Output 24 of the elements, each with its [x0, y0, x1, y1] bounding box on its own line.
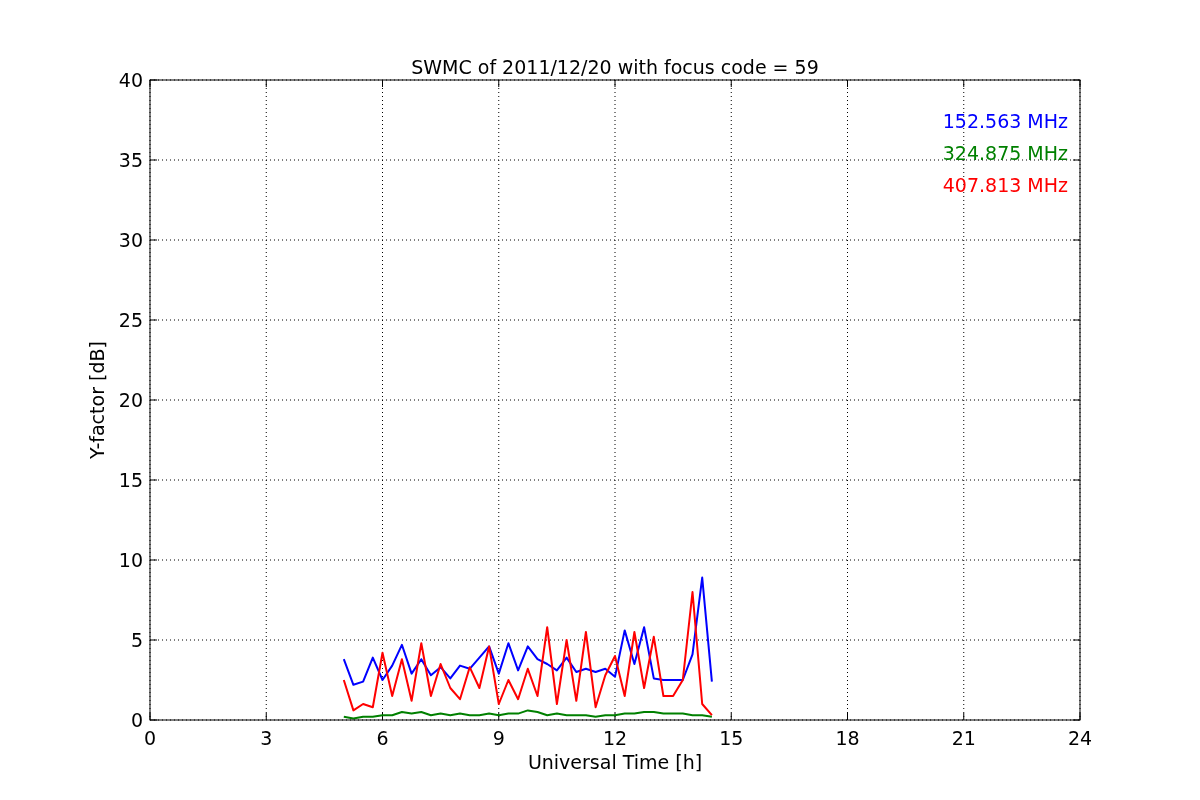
legend-label: 152.563 MHz — [942, 110, 1068, 132]
tick-label: 18 — [835, 727, 860, 749]
tick-label: 5 — [130, 629, 143, 651]
tick-label: 20 — [118, 389, 143, 411]
axis-label: Y-factor [dB] — [86, 341, 108, 459]
tick-label: 12 — [602, 727, 628, 749]
tick-label: 0 — [130, 709, 143, 731]
tick-label: 0 — [143, 727, 157, 749]
tick-label: 30 — [118, 229, 143, 251]
tick-label: 40 — [118, 69, 143, 91]
legend-label: 407.813 MHz — [942, 174, 1068, 196]
tick-label: 35 — [118, 149, 143, 171]
tick-label: 25 — [118, 309, 143, 331]
tick-label: 10 — [118, 549, 143, 571]
tick-label: 24 — [1067, 727, 1093, 749]
tick-label: 3 — [260, 727, 273, 749]
tick-label: 21 — [951, 727, 976, 749]
tick-label: 15 — [118, 469, 143, 491]
chart-title: SWMC of 2011/12/20 with focus code = 59 — [411, 56, 819, 78]
tick-label: 15 — [719, 727, 744, 749]
legend-label: 324.875 MHz — [942, 142, 1068, 164]
tick-label: 9 — [492, 727, 505, 749]
tick-label: 6 — [376, 727, 389, 749]
axis-label: Universal Time [h] — [527, 751, 703, 773]
